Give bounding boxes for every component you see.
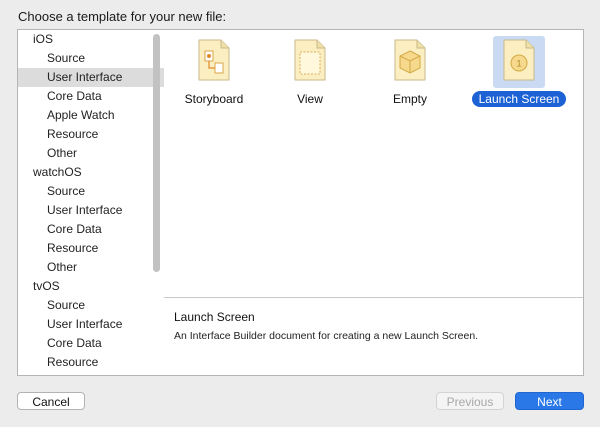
template-empty[interactable]: Empty bbox=[360, 36, 460, 106]
sidebar-header-watchos[interactable]: watchOS bbox=[18, 163, 164, 182]
template-launch-screen[interactable]: 1 Launch Screen bbox=[459, 36, 579, 107]
empty-icon bbox=[394, 39, 426, 81]
sidebar-item-ios-user-interface[interactable]: User Interface bbox=[18, 68, 164, 87]
description-text: An Interface Builder document for creati… bbox=[174, 330, 479, 342]
sidebar-item-ios-source[interactable]: Source bbox=[18, 49, 164, 68]
svg-text:1: 1 bbox=[516, 59, 521, 69]
description-title: Launch Screen bbox=[174, 310, 255, 324]
launch-screen-icon: 1 bbox=[503, 39, 535, 81]
sidebar-item-ios-other[interactable]: Other bbox=[18, 144, 164, 163]
sidebar-item-ios-resource[interactable]: Resource bbox=[18, 125, 164, 144]
previous-button[interactable]: Previous bbox=[436, 392, 504, 410]
sidebar-header-ios[interactable]: iOS bbox=[18, 30, 164, 49]
view-icon bbox=[294, 39, 326, 81]
sidebar-item-watchos-other[interactable]: Other bbox=[18, 258, 164, 277]
template-label: View bbox=[297, 92, 323, 106]
next-button[interactable]: Next bbox=[515, 392, 584, 410]
sidebar-item-watchos-user-interface[interactable]: User Interface bbox=[18, 201, 164, 220]
sidebar-item-ios-core-data[interactable]: Core Data bbox=[18, 87, 164, 106]
sidebar-item-watchos-core-data[interactable]: Core Data bbox=[18, 220, 164, 239]
storyboard-icon bbox=[198, 39, 230, 81]
template-storyboard[interactable]: Storyboard bbox=[164, 36, 264, 106]
cancel-button[interactable]: Cancel bbox=[17, 392, 85, 410]
template-grid: Storyboard View Empty 1 Launch Screen bbox=[164, 30, 583, 297]
sidebar-item-watchos-resource[interactable]: Resource bbox=[18, 239, 164, 258]
sidebar-item-watchos-source[interactable]: Source bbox=[18, 182, 164, 201]
sidebar-item-tvos-user-interface[interactable]: User Interface bbox=[18, 315, 164, 334]
platform-sidebar: iOS Source User Interface Core Data Appl… bbox=[18, 30, 165, 375]
sidebar-item-tvos-core-data[interactable]: Core Data bbox=[18, 334, 164, 353]
template-view[interactable]: View bbox=[260, 36, 360, 106]
sidebar-item-tvos-source[interactable]: Source bbox=[18, 296, 164, 315]
sidebar-item-ios-apple-watch[interactable]: Apple Watch bbox=[18, 106, 164, 125]
dialog-title: Choose a template for your new file: bbox=[18, 9, 227, 24]
template-label: Launch Screen bbox=[471, 91, 567, 107]
template-chooser: iOS Source User Interface Core Data Appl… bbox=[17, 29, 584, 376]
sidebar-scrollbar[interactable] bbox=[153, 34, 160, 272]
template-label: Empty bbox=[392, 92, 427, 106]
sidebar-header-tvos[interactable]: tvOS bbox=[18, 277, 164, 296]
template-label: Storyboard bbox=[184, 92, 244, 106]
sidebar-item-tvos-resource[interactable]: Resource bbox=[18, 353, 164, 372]
template-description: Launch Screen An Interface Builder docum… bbox=[164, 298, 583, 375]
